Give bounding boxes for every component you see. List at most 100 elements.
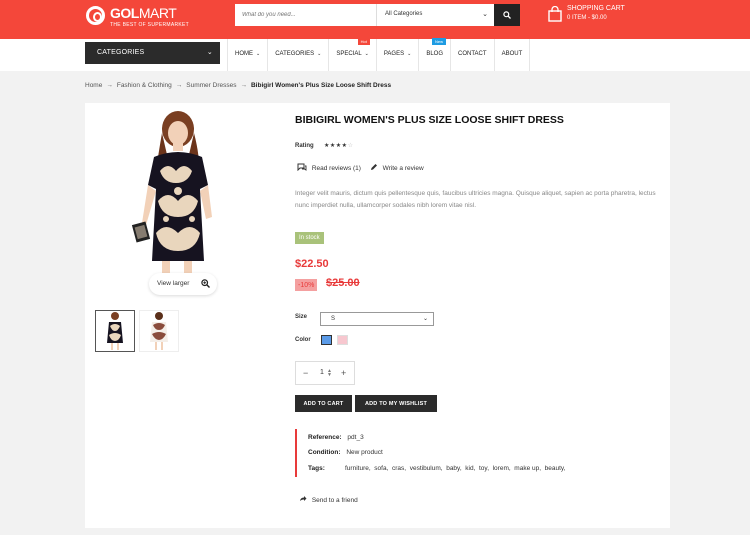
zoom-icon <box>201 279 210 288</box>
chevron-down-icon: ⌄ <box>317 51 322 57</box>
logo-icon <box>86 6 105 25</box>
main-navigation: CATEGORIES ⌄ HOME ⌄ CATEGORIES ⌄ Hot SPECIA… <box>0 38 750 71</box>
reference-value: pdt_3 <box>347 434 364 441</box>
cart-title: SHOPPING CART <box>567 5 625 12</box>
comments-icon <box>297 163 307 173</box>
chevron-down-icon: ⌄ <box>206 49 213 56</box>
product-info: BIBIGIRL WOMEN'S PLUS SIZE LOOSE SHIFT D… <box>295 103 665 528</box>
logo[interactable]: GOLMART THE BEST OF SUPERMARKET <box>86 4 206 34</box>
write-review-link[interactable]: Write a review <box>383 165 424 172</box>
nav-item-contact[interactable]: CONTACT <box>451 39 495 71</box>
arrow-right-icon: → <box>175 82 183 89</box>
search-icon <box>503 11 511 19</box>
reference-label: Reference: <box>308 434 342 441</box>
size-label: Size <box>295 314 308 320</box>
search-button[interactable] <box>494 4 520 26</box>
logo-text: GOLMART <box>110 5 177 21</box>
add-to-cart-button[interactable]: ADD TO CART <box>295 395 352 412</box>
nav-item-label: SPECIAL <box>336 51 362 57</box>
rating-label: Rating <box>295 143 314 149</box>
product-thumbnail-image <box>107 312 123 350</box>
tag-link[interactable]: cras <box>392 465 404 472</box>
breadcrumb-current: Bibigirl Women's Plus Size Loose Shift D… <box>250 82 392 89</box>
hot-badge: Hot <box>357 38 370 45</box>
nav-item-label: HOME <box>235 51 253 57</box>
send-to-friend: Send to a friend <box>299 495 358 504</box>
tag-link[interactable]: beauty <box>545 465 564 472</box>
arrow-right-icon: → <box>240 82 247 89</box>
chevron-down-icon: ⌄ <box>364 51 369 57</box>
breadcrumb-link-subcategory[interactable]: Summer Dresses <box>186 82 236 89</box>
current-price: $22.50 <box>295 258 329 270</box>
share-icon <box>299 496 307 504</box>
review-links: Read reviews (1) Write a review <box>297 163 424 173</box>
product-thumbnail[interactable] <box>139 310 179 352</box>
nav-item-home[interactable]: HOME ⌄ <box>228 39 269 71</box>
tag-link[interactable]: furniture <box>345 465 369 472</box>
condition-row: Condition: New product <box>308 449 383 456</box>
size-select[interactable]: S ⌄ <box>320 312 434 326</box>
color-swatch-pink[interactable] <box>337 335 348 345</box>
search-category-select[interactable]: All Categories ⌄ <box>376 4 494 26</box>
condition-value: New product <box>346 449 383 456</box>
shopping-cart[interactable]: SHOPPING CART 0 ITEM - $0.00 <box>548 4 658 30</box>
nav-item-categories[interactable]: CATEGORIES ⌄ <box>268 39 330 71</box>
nav-item-label: PAGES <box>383 51 405 57</box>
stock-badge: In stock <box>295 232 324 244</box>
quantity-increase-button[interactable]: + <box>341 368 346 378</box>
spinner-icon[interactable]: ▲ ▼ <box>327 369 332 378</box>
chevron-down-icon: ⌄ <box>422 316 428 322</box>
cart-summary: 0 ITEM - $0.00 <box>567 15 607 21</box>
arrow-right-icon: → <box>106 82 113 89</box>
tag-link[interactable]: baby <box>446 465 460 472</box>
product-thumbnail-image <box>150 312 168 350</box>
search-bar: All Categories ⌄ <box>235 4 520 26</box>
discount-badge: -10% <box>295 279 318 291</box>
old-price: $25.00 <box>326 277 360 289</box>
product-meta: Reference: pdt_3 Condition: New product … <box>295 429 665 477</box>
tag-link[interactable]: lorem <box>493 465 509 472</box>
product-panel: View larger BIBIGIRL WOMEN'S PLUS SIZE L… <box>85 103 670 528</box>
nav-item-special[interactable]: Hot SPECIAL ⌄ <box>329 38 377 71</box>
condition-label: Condition: <box>308 449 341 456</box>
nav-item-blog[interactable]: New BLOG <box>419 38 451 71</box>
chevron-down-icon: ⌄ <box>407 51 412 57</box>
tag-link[interactable]: vestibulum <box>410 465 441 472</box>
tags-row: Tags: furniture, sofa, cras, vestibulum,… <box>308 465 566 472</box>
nav-item-label: BLOG <box>426 51 443 57</box>
product-title: BIBIGIRL WOMEN'S PLUS SIZE LOOSE SHIFT D… <box>295 114 564 126</box>
nav-item-label: CONTACT <box>458 51 487 57</box>
chevron-down-icon: ⌄ <box>256 51 261 57</box>
new-badge: New <box>431 38 446 45</box>
star-empty-icon: ☆ <box>347 143 354 149</box>
tag-link[interactable]: toy <box>479 465 487 472</box>
logo-light: MART <box>138 5 177 21</box>
search-input[interactable] <box>235 4 375 26</box>
breadcrumb-link-home[interactable]: Home <box>85 82 102 89</box>
view-larger-label: View larger <box>157 280 190 287</box>
nav-item-about[interactable]: ABOUT <box>495 39 531 71</box>
quantity-input[interactable]: 1 <box>320 369 324 376</box>
tag-link[interactable]: kid <box>465 465 473 472</box>
read-reviews-link[interactable]: Read reviews (1) <box>312 165 361 172</box>
nav-item-label: CATEGORIES <box>275 51 315 57</box>
send-to-friend-link[interactable]: Send to a friend <box>312 497 358 504</box>
rating-stars: ★★★★☆ <box>324 142 353 149</box>
add-to-wishlist-button[interactable]: ADD TO MY WISHLIST <box>355 395 437 412</box>
reference-row: Reference: pdt_3 <box>308 434 364 441</box>
top-header: GOLMART THE BEST OF SUPERMARKET All Cate… <box>0 0 750 39</box>
breadcrumb: Home → Fashion & Clothing → Summer Dresses → B… <box>85 82 391 89</box>
color-label: Color <box>295 337 311 343</box>
nav-item-pages[interactable]: PAGES ⌄ <box>377 39 420 71</box>
breadcrumb-link-category[interactable]: Fashion & Clothing <box>117 82 172 89</box>
tags-label: Tags: <box>308 465 325 472</box>
product-thumbnail[interactable] <box>95 310 135 352</box>
chevron-down-icon: ⌄ <box>482 11 488 18</box>
categories-menu-button[interactable]: CATEGORIES ⌄ <box>85 42 220 64</box>
quantity-decrease-button[interactable]: − <box>303 368 308 378</box>
tag-link[interactable]: make up <box>514 465 539 472</box>
view-larger-button[interactable]: View larger <box>149 273 217 295</box>
quantity-stepper: − 1 ▲ ▼ + <box>295 361 355 385</box>
color-swatch-blue[interactable] <box>321 335 332 345</box>
tag-link[interactable]: sofa <box>374 465 386 472</box>
